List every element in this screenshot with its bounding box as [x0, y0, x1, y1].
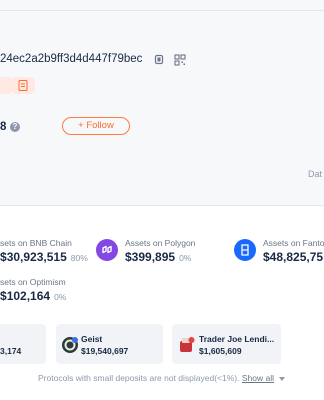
help-icon[interactable]: ? [10, 122, 20, 132]
chain-title: sets on BNB Chain [0, 238, 72, 248]
follower-count: 8 [0, 121, 7, 133]
polygon-logo-icon [96, 239, 118, 261]
copy-icon[interactable] [152, 53, 166, 67]
chain-percent: 0% [179, 253, 192, 263]
protocol-name: Geist [81, 334, 103, 344]
chain-card-optimism[interactable]: sets on Optimism $102,164 0% [0, 277, 66, 303]
protocol-name: Trader Joe Lendi... [199, 334, 275, 344]
chain-value: $48,825,75 [263, 250, 324, 264]
qr-code-icon[interactable] [173, 53, 187, 67]
note-tag-button[interactable] [11, 77, 35, 94]
protocol-value: $19,540,697 [81, 346, 129, 356]
show-all-link[interactable]: Show all [242, 373, 274, 383]
chain-percent: 0% [54, 292, 67, 302]
divider [0, 10, 324, 11]
protocol-card[interactable]: 3,174 [0, 324, 46, 364]
chain-card-fantom[interactable]: Assets on Fanto $48,825,75 [263, 238, 324, 264]
profile-header-panel: 24ec2a2b9ff3d4d447f79bec 8 ? + Follow Da… [0, 0, 324, 206]
small-deposits-note: Protocols with small deposits are not di… [38, 373, 286, 383]
protocol-value: 3,174 [0, 346, 22, 356]
trader-joe-logo-icon [180, 337, 195, 352]
chevron-down-icon[interactable] [279, 376, 286, 381]
chain-title: Assets on Fanto [263, 238, 324, 248]
geist-logo-icon [62, 337, 78, 353]
note-text: Protocols with small deposits are not di… [38, 373, 240, 383]
note-icon [18, 80, 28, 91]
chain-card-bnb[interactable]: sets on BNB Chain $30,923,515 80% [0, 238, 88, 264]
protocol-card-geist[interactable]: Geist $19,540,697 [56, 324, 163, 364]
chain-title: sets on Optimism [0, 277, 66, 287]
chain-title: Assets on Polygon [125, 238, 196, 248]
protocol-value: $1,605,609 [199, 346, 242, 356]
chain-percent: 80% [70, 253, 88, 263]
fantom-logo-icon [234, 239, 256, 261]
chain-value: $30,923,515 80% [0, 250, 88, 264]
follow-button[interactable]: + Follow [62, 117, 130, 135]
chain-value: $399,895 0% [125, 250, 192, 264]
chain-card-polygon[interactable]: Assets on Polygon $399,895 0% [125, 238, 195, 264]
chain-value: $102,164 0% [0, 289, 67, 303]
data-updated-label: Dat [308, 169, 323, 179]
wallet-address: 24ec2a2b9ff3d4d447f79bec [0, 53, 143, 65]
protocol-card-trader-joe[interactable]: Trader Joe Lendi... $1,605,609 [172, 324, 281, 364]
